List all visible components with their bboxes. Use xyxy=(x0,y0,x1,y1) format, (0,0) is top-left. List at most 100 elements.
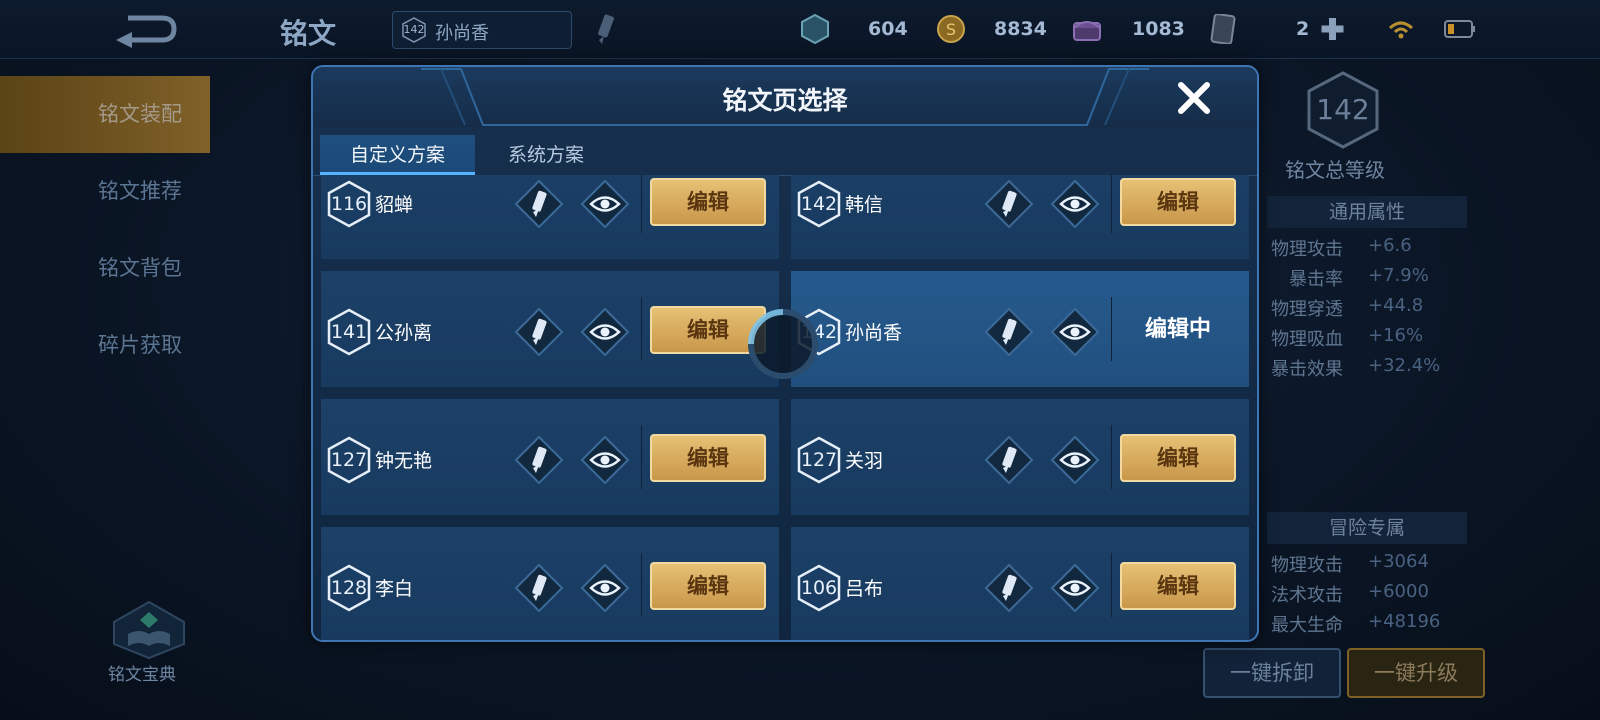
rune-page-card[interactable]: 142 韩信 编辑 xyxy=(791,175,1249,259)
preview-page-button[interactable] xyxy=(1050,435,1100,485)
edit-page-button[interactable]: 编辑 xyxy=(650,434,766,482)
edit-page-button[interactable]: 编辑 xyxy=(1120,178,1236,226)
rune-page-card[interactable]: 127 关羽 编辑 xyxy=(791,399,1249,515)
stat-row: 物理吸血 +16% xyxy=(1255,325,1600,355)
edit-page-button[interactable]: 编辑 xyxy=(1120,562,1236,610)
rename-page-button[interactable] xyxy=(514,307,564,357)
nav-item-rune-bag[interactable]: 铭文背包 xyxy=(0,230,210,307)
pencil-icon xyxy=(598,14,614,44)
pencil-icon xyxy=(514,435,564,485)
tab-system-plans[interactable]: 系统方案 xyxy=(508,135,584,175)
pencil-icon xyxy=(514,563,564,613)
rune-page-list[interactable]: 116 貂蝉 编辑 142 韩信 编辑 141 公孙离 编辑 142 孙尚香 编… xyxy=(321,175,1251,640)
eye-icon xyxy=(1050,435,1100,485)
stat-key: 物理攻击 xyxy=(1271,555,1343,576)
rename-page-button[interactable] xyxy=(984,179,1034,229)
divider xyxy=(1111,553,1112,617)
preview-page-button[interactable] xyxy=(580,179,630,229)
preview-page-button[interactable] xyxy=(580,563,630,613)
rune-page-card[interactable]: 106 吕布 编辑 xyxy=(791,527,1249,640)
page-level: 127 xyxy=(330,449,368,471)
hero-name: 孙尚香 xyxy=(435,23,489,44)
tab-custom-plans[interactable]: 自定义方案 xyxy=(320,135,475,175)
preview-page-button[interactable] xyxy=(580,435,630,485)
nav-item-rune-recommend[interactable]: 铭文推荐 xyxy=(0,153,210,230)
page-level: 142 xyxy=(800,193,838,215)
level-hex: 128 xyxy=(327,564,371,612)
stat-key: 法术攻击 xyxy=(1271,585,1343,606)
page-level: 127 xyxy=(800,449,838,471)
rune-page-card-active[interactable]: 142 孙尚香 编辑中 xyxy=(791,271,1249,387)
eye-icon xyxy=(1050,307,1100,357)
rename-page-button[interactable] xyxy=(514,435,564,485)
rename-page-button[interactable] xyxy=(514,563,564,613)
dialog-tabs: 自定义方案 系统方案 xyxy=(313,135,1257,176)
page-title: 铭文 xyxy=(280,17,337,50)
editing-status: 编辑中 xyxy=(1144,317,1211,342)
rune-codex-button[interactable]: 铭文宝典 xyxy=(100,600,200,690)
book-icon xyxy=(113,600,185,660)
one-click-upgrade-button[interactable]: 一键升级 xyxy=(1347,648,1485,698)
page-hero-name: 吕布 xyxy=(845,578,884,600)
page-hero-name: 公孙离 xyxy=(375,322,433,344)
pencil-icon xyxy=(514,179,564,229)
resource-value: 1083 xyxy=(1132,18,1185,40)
page-hero-name: 孙尚香 xyxy=(845,322,903,344)
total-level-hex: 142 xyxy=(1305,70,1381,150)
svg-text:S: S xyxy=(946,20,956,39)
preview-page-button[interactable] xyxy=(1050,179,1100,229)
edit-page-button[interactable]: 编辑 xyxy=(650,562,766,610)
rename-page-button[interactable] xyxy=(984,435,1034,485)
resource-value: 8834 xyxy=(994,18,1047,40)
nav-item-fragment-acquire[interactable]: 碎片获取 xyxy=(0,307,210,384)
hero-level-value: 142 xyxy=(403,23,425,36)
current-hero-chip[interactable]: 142 孙尚香 xyxy=(392,11,572,49)
rename-button[interactable] xyxy=(592,12,620,46)
wifi-icon xyxy=(1388,21,1414,39)
total-level-value: 142 xyxy=(1316,93,1370,126)
resource-card xyxy=(1208,14,1248,44)
divider xyxy=(1111,297,1112,361)
stat-key: 暴击效果 xyxy=(1271,359,1343,380)
gem-icon xyxy=(801,14,829,44)
total-level-label: 铭文总等级 xyxy=(1285,158,1385,182)
right-stats-panel: 142 铭文总等级 通用属性 物理攻击 +6.6 暴击率 +7.9% 物理穿透 +44… xyxy=(1203,70,1600,720)
stat-value: +7.9% xyxy=(1368,265,1429,286)
divider xyxy=(641,297,642,361)
back-button[interactable] xyxy=(110,10,180,48)
resource-gem: 604 xyxy=(800,14,920,44)
stat-value: +6.6 xyxy=(1368,235,1412,256)
card-icon xyxy=(1210,14,1236,44)
rune-page-card[interactable]: 128 李白 编辑 xyxy=(321,527,779,640)
stat-value: +44.8 xyxy=(1368,295,1424,316)
pencil-icon xyxy=(984,435,1034,485)
edit-page-button[interactable]: 编辑 xyxy=(1120,434,1236,482)
stat-key: 暴击率 xyxy=(1289,269,1343,290)
resource-plus[interactable]: 2 xyxy=(1296,14,1356,44)
preview-page-button[interactable] xyxy=(580,307,630,357)
page-hero-name: 钟无艳 xyxy=(375,450,433,472)
adventure-attributes-title: 冒险专属 xyxy=(1267,512,1467,544)
pencil-icon xyxy=(984,179,1034,229)
preview-page-button[interactable] xyxy=(1050,307,1100,357)
general-attributes-title: 通用属性 xyxy=(1267,196,1467,228)
stat-value: +48196 xyxy=(1368,611,1441,632)
one-click-unload-button[interactable]: 一键拆卸 xyxy=(1203,648,1341,698)
level-hex: 106 xyxy=(797,564,841,612)
stat-row: 暴击效果 +32.4% xyxy=(1255,355,1600,385)
rune-page-card[interactable]: 116 貂蝉 编辑 xyxy=(321,175,779,259)
rename-page-button[interactable] xyxy=(984,307,1034,357)
rename-page-button[interactable] xyxy=(514,179,564,229)
stat-value: +3064 xyxy=(1368,551,1429,572)
preview-page-button[interactable] xyxy=(1050,563,1100,613)
nav-item-rune-assembly[interactable]: 铭文装配 xyxy=(0,76,210,153)
close-button[interactable] xyxy=(1175,79,1213,117)
edit-page-button[interactable]: 编辑 xyxy=(650,178,766,226)
rune-page-card[interactable]: 127 钟无艳 编辑 xyxy=(321,399,779,515)
loading-spinner-icon xyxy=(748,309,818,379)
chest-icon xyxy=(1073,21,1101,41)
rune-page-card[interactable]: 141 公孙离 编辑 xyxy=(321,271,779,387)
rename-page-button[interactable] xyxy=(984,563,1034,613)
stat-row: 最大生命 +48196 xyxy=(1255,611,1600,641)
hero-level-hex: 142 xyxy=(401,17,427,43)
